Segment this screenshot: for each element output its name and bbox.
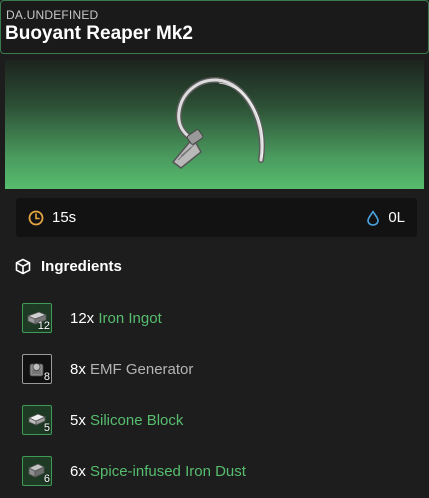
ingredients-heading-label: Ingredients bbox=[41, 258, 122, 275]
ingredient-text: 12x Iron Ingot bbox=[70, 310, 162, 327]
ingredient-qty: 6x bbox=[70, 462, 86, 480]
ingredient-row[interactable]: 6 6x Spice-infused Iron Dust bbox=[22, 455, 246, 487]
ingredient-count: 6 bbox=[43, 473, 50, 485]
item-image-panel bbox=[5, 60, 424, 189]
ingredient-count: 8 bbox=[43, 371, 50, 383]
curved-blade-icon bbox=[171, 77, 265, 169]
craft-time: 15s bbox=[28, 198, 76, 237]
ingredient-text: 8x EMF Generator bbox=[70, 361, 193, 378]
item-header: DA.UNDEFINED Buoyant Reaper Mk2 bbox=[0, 0, 429, 54]
emf-generator-icon: 8 bbox=[22, 354, 52, 384]
ingredient-name: Silicone Block bbox=[90, 411, 184, 429]
box-icon bbox=[15, 258, 31, 275]
water-amount-value: 0L bbox=[388, 209, 405, 226]
ingredient-count: 5 bbox=[43, 422, 50, 434]
ingredient-row[interactable]: 8 8x EMF Generator bbox=[22, 353, 193, 385]
ingredient-qty: 5x bbox=[70, 411, 86, 429]
ingredient-text: 5x Silicone Block bbox=[70, 412, 183, 429]
stats-bar: 15s 0L bbox=[16, 198, 417, 237]
clock-icon bbox=[28, 210, 44, 225]
ingredient-qty: 8x bbox=[70, 360, 86, 378]
ingredient-name: EMF Generator bbox=[90, 360, 194, 378]
ingredient-name: Spice-infused Iron Dust bbox=[90, 462, 246, 480]
ingredient-row[interactable]: 12 12x Iron Ingot bbox=[22, 302, 162, 334]
silicone-block-icon: 5 bbox=[22, 405, 52, 435]
item-subtitle: DA.UNDEFINED bbox=[6, 8, 99, 22]
ingredient-name: Iron Ingot bbox=[98, 309, 162, 327]
ingredients-heading: Ingredients bbox=[15, 258, 122, 275]
water-drop-icon bbox=[367, 210, 380, 226]
item-title: Buoyant Reaper Mk2 bbox=[5, 23, 193, 44]
water-amount: 0L bbox=[366, 198, 405, 237]
ingredient-text: 6x Spice-infused Iron Dust bbox=[70, 463, 246, 480]
craft-time-value: 15s bbox=[52, 209, 77, 226]
iron-ingot-icon: 12 bbox=[22, 303, 52, 333]
ingredient-count: 12 bbox=[37, 320, 50, 332]
ingredient-row[interactable]: 5 5x Silicone Block bbox=[22, 404, 183, 436]
ingredient-qty: 12x bbox=[70, 309, 95, 327]
iron-dust-icon: 6 bbox=[22, 456, 52, 486]
item-card: DA.UNDEFINED Buoyant Reaper Mk2 15s 0L I… bbox=[0, 0, 429, 498]
